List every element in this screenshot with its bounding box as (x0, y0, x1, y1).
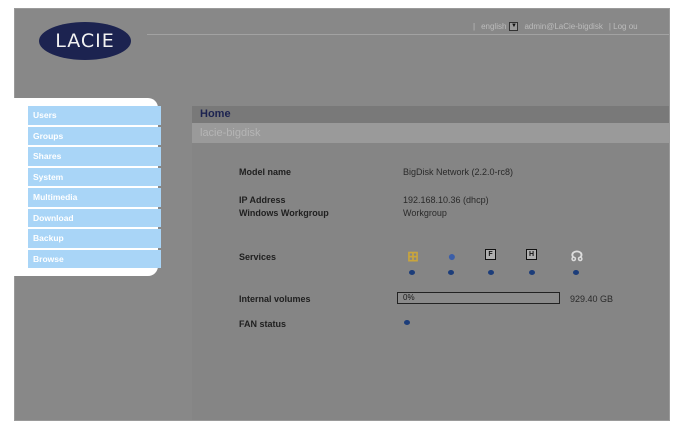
service-status-dot (573, 270, 579, 275)
workgroup-value: Workgroup (403, 208, 447, 218)
services-label: Services (239, 252, 277, 262)
ftp-icon[interactable]: F (485, 249, 496, 260)
sidebar: Users Groups Shares System Multimedia Do… (14, 98, 161, 276)
workgroup-label: Windows Workgroup (239, 208, 329, 218)
service-status-dot (529, 270, 535, 275)
fan-status-indicator (404, 320, 410, 325)
sidebar-menu: Users Groups Shares System Multimedia Do… (28, 106, 161, 270)
model-name-label: Model name (239, 167, 292, 177)
windows-icon[interactable]: ⊞ (406, 248, 420, 264)
sidebar-item-shares[interactable]: Shares (28, 147, 161, 166)
sidebar-item-backup[interactable]: Backup (28, 229, 161, 248)
sidebar-item-system[interactable]: System (28, 167, 161, 186)
ip-address-label: IP Address (239, 195, 286, 205)
ip-address-value: 192.168.10.36 (dhcp) (403, 195, 489, 205)
top-bar: | english ▼ admin@LaCie-bigdisk | Log ou (473, 22, 638, 31)
volume-percent: 0% (403, 293, 415, 302)
sidebar-item-users[interactable]: Users (28, 106, 161, 125)
hostname-bar: lacie-bigdisk (192, 123, 669, 143)
sidebar-item-groups[interactable]: Groups (28, 126, 161, 145)
main-panel: Home lacie-bigdisk (192, 106, 669, 420)
lacie-logo[interactable]: LACIE (39, 22, 131, 60)
model-name-value: BigDisk Network (2.2.0-rc8) (403, 167, 514, 177)
http-icon[interactable]: H (526, 249, 537, 260)
internal-volumes-label: Internal volumes (239, 294, 311, 304)
user-info: admin@LaCie-bigdisk (524, 22, 603, 31)
volume-progress-bar: 0% (397, 292, 560, 304)
sidebar-item-multimedia[interactable]: Multimedia (28, 188, 161, 207)
sidebar-item-browse[interactable]: Browse (28, 249, 161, 268)
breadcrumb-home[interactable]: Home (192, 106, 669, 123)
language-select[interactable]: english ▼ (481, 22, 519, 31)
logout-link[interactable]: | Log ou (609, 22, 638, 31)
sidebar-item-download[interactable]: Download (28, 208, 161, 227)
service-status-dot (488, 270, 494, 275)
upnp-icon[interactable]: ☊ (570, 248, 584, 264)
fan-status-label: FAN status (239, 319, 287, 329)
apple-icon[interactable]: ● (445, 248, 459, 264)
separator: | (473, 22, 476, 31)
chevron-down-icon[interactable]: ▼ (509, 22, 519, 31)
service-status-dot (409, 270, 415, 275)
volume-size: 929.40 GB (570, 294, 614, 304)
logo-text: LACIE (55, 30, 115, 52)
language-label: english (481, 22, 507, 31)
service-status-dot (448, 270, 454, 275)
header-divider (147, 34, 669, 35)
status-body (192, 143, 669, 420)
